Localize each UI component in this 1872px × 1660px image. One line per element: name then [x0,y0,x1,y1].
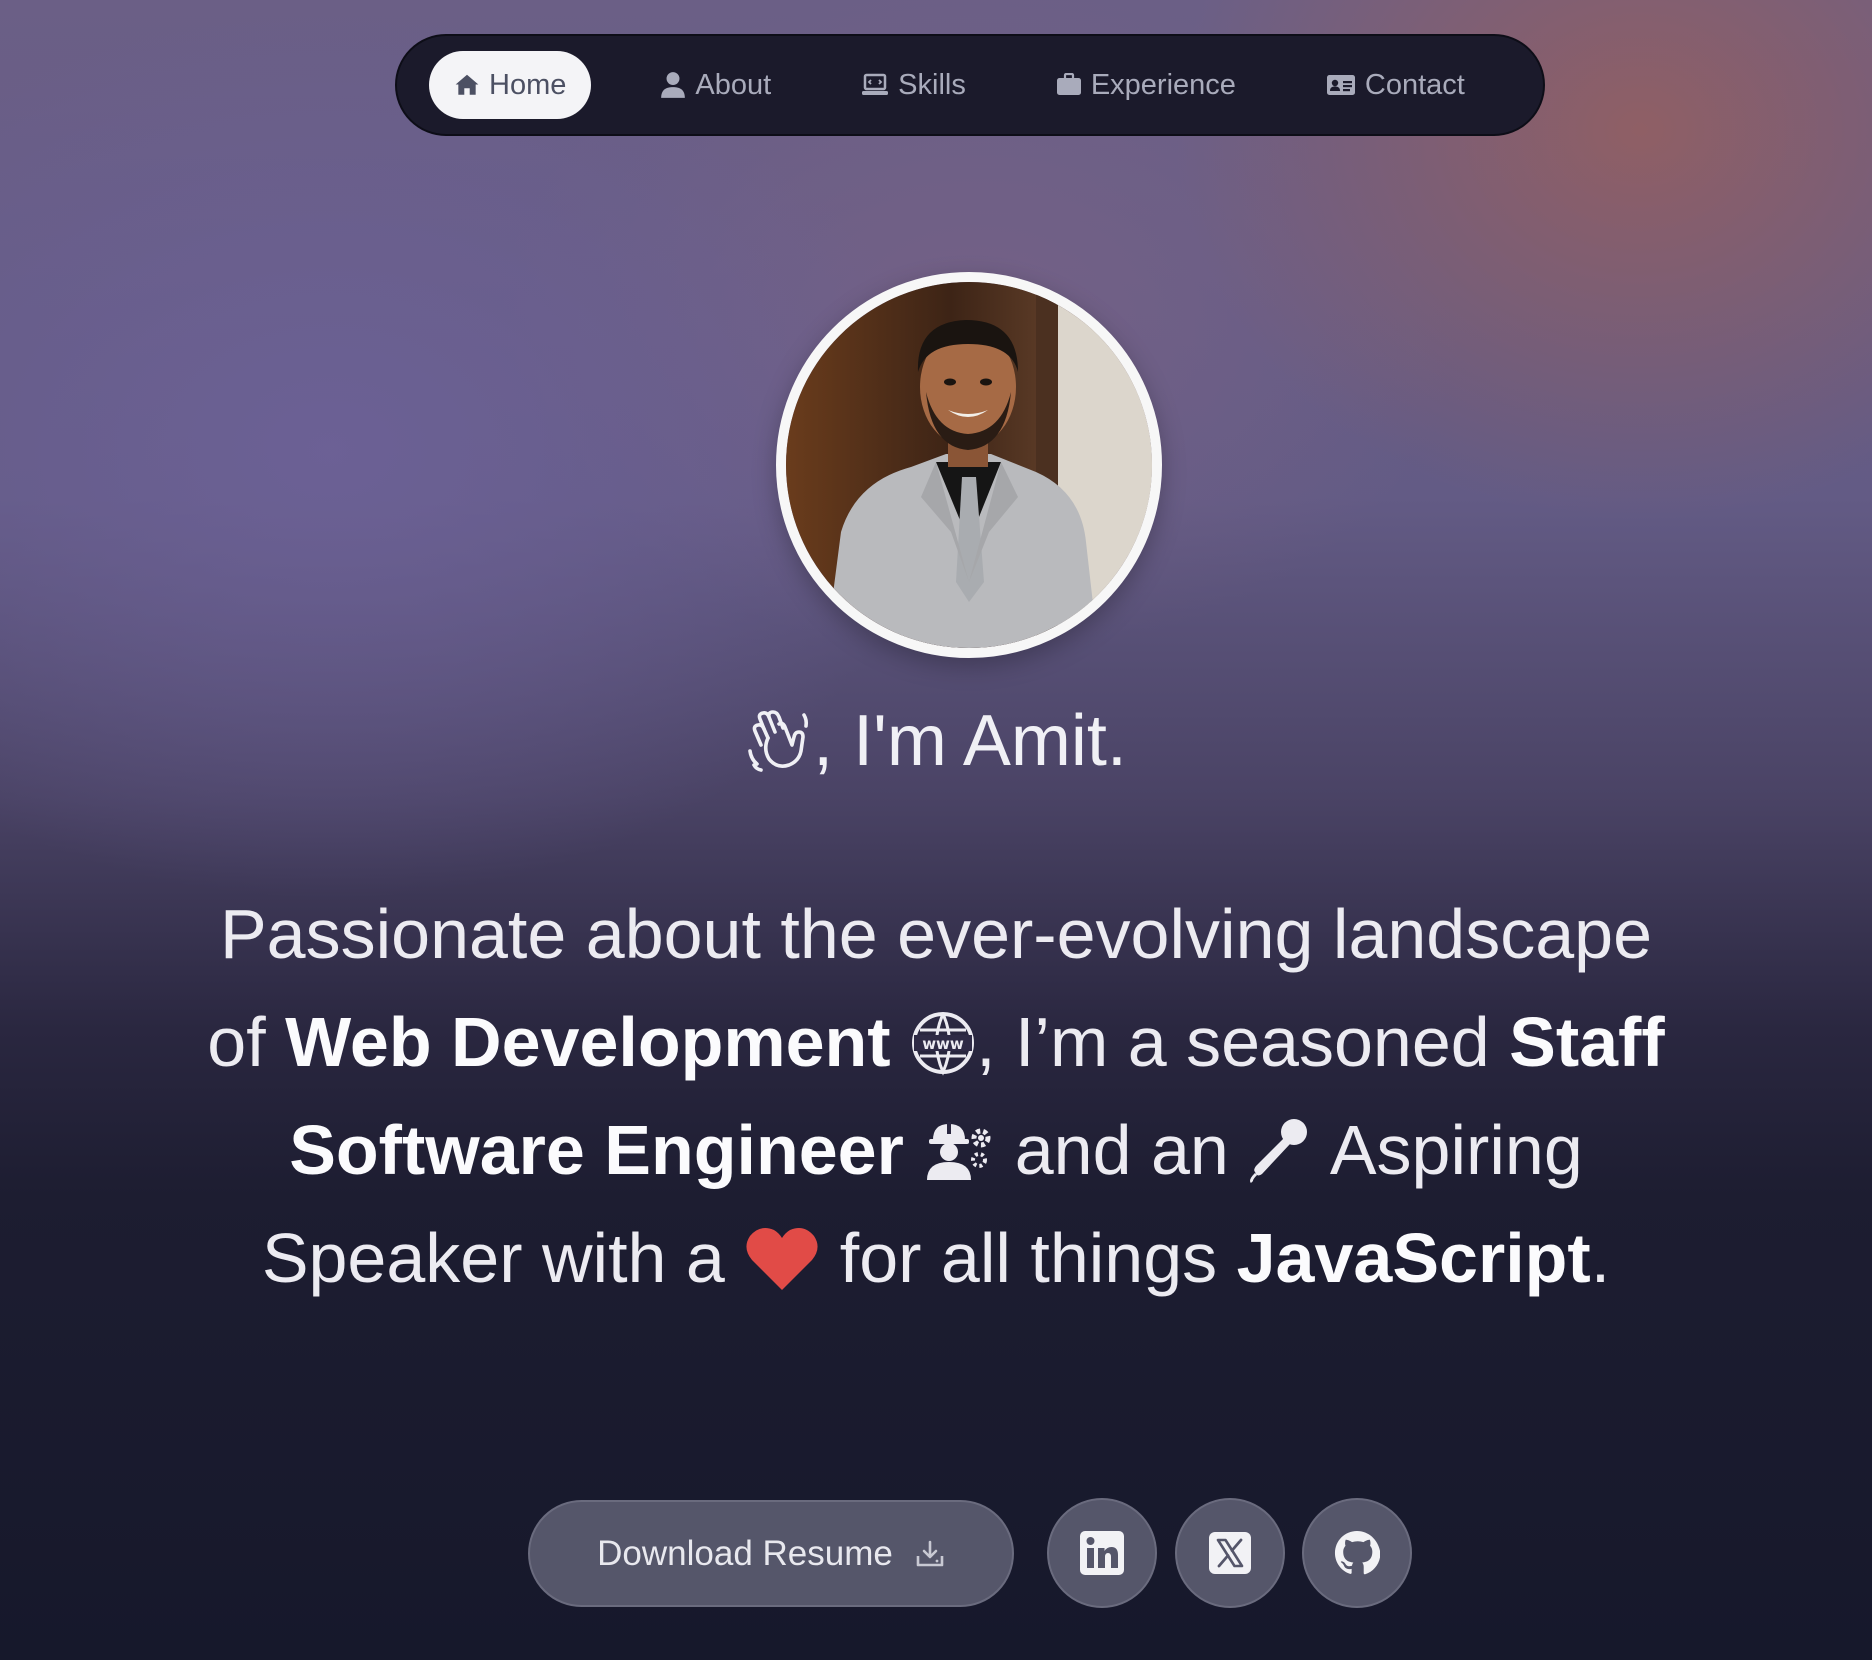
nav-item-label: Experience [1090,68,1236,101]
laptop-code-icon [862,73,889,95]
x-twitter-icon [1209,1532,1251,1574]
microphone-icon [1250,1119,1308,1184]
engineer-gear-icon [927,1122,991,1180]
profile-avatar [776,272,1162,658]
nav-item-skills[interactable]: Skills [836,51,991,119]
tagline-text: , I’m a seasoned [976,1003,1510,1081]
linkedin-button[interactable] [1047,1498,1157,1608]
nav-item-experience[interactable]: Experience [1031,51,1261,119]
user-icon [661,72,686,98]
svg-text:www: www [922,1035,964,1053]
nav-item-label: Home [489,68,567,101]
tagline-text: for all things [820,1219,1237,1297]
tagline-strong-web-development: Web Development [285,1003,891,1081]
nav-item-label: Skills [898,68,966,101]
hero-greeting: , I'm Amit. [0,700,1872,782]
x-twitter-button[interactable] [1175,1498,1285,1608]
top-navigation: Home About Skills Experience Contact [395,34,1545,136]
nav-item-label: Contact [1364,68,1465,101]
tagline-text: and an [1014,1111,1249,1189]
www-globe-icon: www [912,1012,975,1076]
linkedin-icon [1080,1531,1124,1575]
download-icon [916,1540,944,1566]
tagline-strong-javascript: JavaScript [1236,1219,1591,1297]
nav-item-label: About [695,68,772,101]
tagline-text: . [1590,1219,1611,1297]
github-button[interactable] [1302,1498,1412,1608]
home-icon [455,74,479,95]
nav-item-contact[interactable]: Contact [1301,51,1490,119]
download-resume-label: Download Resume [597,1533,893,1573]
address-card-icon [1326,75,1355,95]
briefcase-icon [1056,73,1081,95]
greeting-text: , I'm Amit. [813,701,1127,781]
profile-photo [786,282,1152,648]
heart-icon [746,1228,818,1290]
github-icon [1334,1530,1380,1575]
download-resume-button[interactable]: Download Resume [528,1500,1014,1607]
waving-hand-icon [748,710,809,772]
nav-item-home[interactable]: Home [429,51,592,119]
nav-item-about[interactable]: About [635,51,796,119]
hero-tagline: Passionate about the ever-evolving lands… [200,880,1672,1312]
